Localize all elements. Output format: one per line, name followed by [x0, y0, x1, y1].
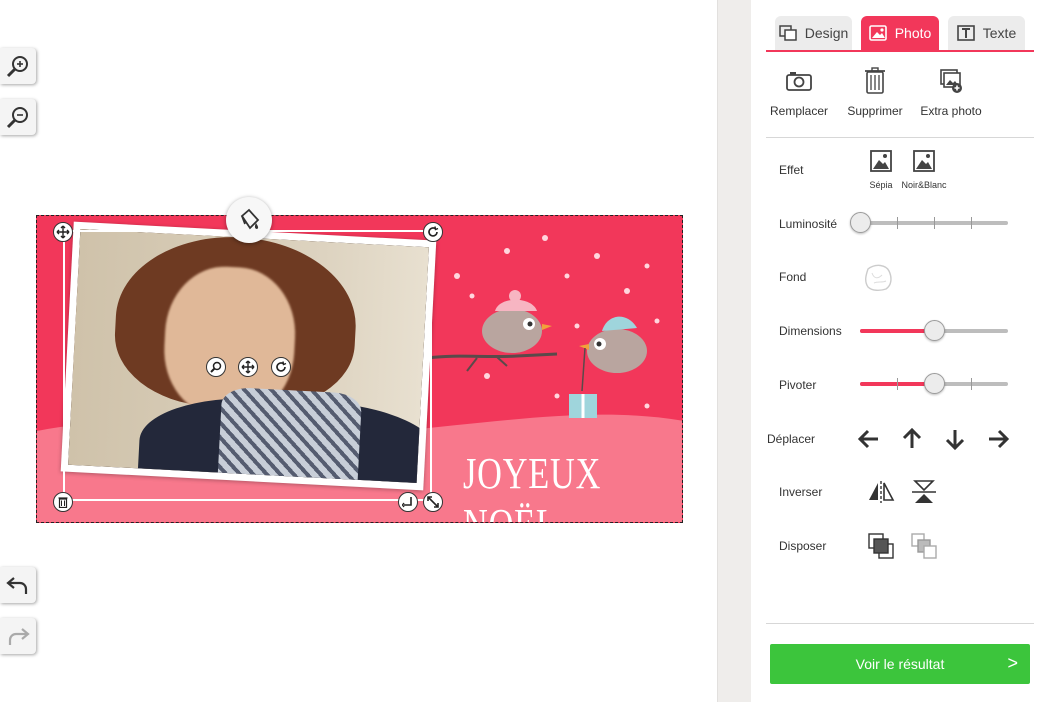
crop-handle[interactable] — [398, 492, 418, 512]
move-icon — [56, 225, 70, 239]
effet-label: Effet — [779, 163, 804, 177]
tab-design-label: Design — [804, 25, 849, 41]
card-title-text[interactable]: JOYEUX NOËL — [463, 448, 634, 522]
tab-texte[interactable]: Texte — [948, 16, 1025, 50]
rotate-handle[interactable] — [423, 222, 443, 242]
zoom-in-button[interactable] — [0, 48, 36, 84]
zoom-in-icon — [6, 56, 28, 78]
chevron-right-icon: > — [1007, 653, 1018, 673]
separator — [766, 137, 1034, 138]
text-icon — [956, 25, 975, 41]
bring-forward-icon[interactable] — [867, 532, 895, 560]
photo-zoom-handle[interactable] — [206, 357, 226, 377]
delete-handle[interactable] — [53, 492, 73, 512]
undo-button[interactable] — [0, 567, 36, 603]
slider-knob[interactable] — [924, 320, 945, 341]
add-photo-icon — [940, 69, 962, 93]
tab-photo[interactable]: Photo — [861, 16, 939, 50]
photo-rotate-handle[interactable] — [271, 357, 291, 377]
effect-noir-blanc-label: Noir&Blanc — [901, 180, 947, 190]
extra-photo-action[interactable]: Extra photo — [911, 66, 991, 118]
arrow-left-icon[interactable] — [856, 426, 882, 452]
bw-image-icon — [913, 150, 935, 172]
view-result-button[interactable]: Voir le résultat > — [770, 644, 1030, 684]
send-backward-icon[interactable] — [910, 532, 938, 560]
trash-icon — [58, 497, 68, 508]
resize-icon — [427, 496, 439, 508]
rotate-icon — [276, 361, 287, 372]
design-icon — [778, 25, 797, 41]
undo-icon — [6, 577, 28, 594]
divider-gutter — [717, 0, 751, 702]
paint-bucket-icon — [240, 208, 260, 230]
fond-label: Fond — [779, 270, 807, 284]
magnifier-icon — [210, 361, 222, 373]
arrow-up-icon[interactable] — [899, 426, 925, 452]
arrow-right-icon[interactable] — [985, 426, 1011, 452]
view-result-label: Voir le résultat — [855, 656, 945, 672]
effect-sepia-label: Sépia — [869, 180, 893, 190]
luminosite-slider[interactable] — [850, 212, 1008, 233]
panel-tabs: Design Photo Texte — [766, 16, 1034, 52]
crop-icon — [402, 497, 412, 508]
redo-icon — [8, 628, 30, 645]
dimensions-label: Dimensions — [779, 324, 842, 338]
sepia-image-icon — [870, 150, 892, 172]
delete-label: Supprimer — [847, 104, 903, 118]
paint-bucket-button[interactable] — [226, 197, 272, 243]
background-shape-icon[interactable] — [862, 261, 894, 293]
zoom-out-icon — [6, 107, 28, 129]
slider-knob[interactable] — [850, 212, 871, 233]
redo-button[interactable] — [0, 618, 36, 654]
pivoter-slider[interactable] — [860, 373, 1008, 394]
settings-panel: Design Photo Texte Remplacer Supprimer E… — [751, 0, 1047, 702]
effect-noir-blanc[interactable]: Noir&Blanc — [899, 150, 949, 190]
move-handle[interactable] — [53, 222, 73, 242]
delete-action[interactable]: Supprimer — [835, 66, 915, 118]
flip-vertical-icon[interactable] — [910, 478, 938, 506]
deplacer-label: Déplacer — [767, 432, 816, 446]
trash-icon — [865, 67, 885, 94]
dimensions-slider[interactable] — [860, 320, 1008, 341]
photo-icon — [868, 25, 887, 41]
arrow-down-icon[interactable] — [942, 426, 968, 452]
zoom-out-button[interactable] — [0, 99, 36, 135]
tab-photo-label: Photo — [894, 25, 932, 41]
tab-texte-label: Texte — [982, 25, 1017, 41]
resize-handle[interactable] — [423, 492, 443, 512]
camera-icon — [786, 72, 812, 91]
luminosite-label: Luminosité — [779, 217, 838, 231]
slider-knob[interactable] — [924, 373, 945, 394]
rotate-icon — [428, 226, 439, 237]
editor-canvas: JOYEUX NOËL — [0, 0, 717, 702]
pivoter-label: Pivoter — [779, 378, 817, 392]
photo-move-handle[interactable] — [238, 357, 258, 377]
move-icon — [241, 360, 255, 374]
replace-label: Remplacer — [769, 104, 829, 118]
inverser-label: Inverser — [779, 485, 823, 499]
flip-horizontal-icon[interactable] — [867, 478, 895, 506]
effect-sepia[interactable]: Sépia — [866, 150, 896, 190]
disposer-label: Disposer — [779, 539, 827, 553]
tab-design[interactable]: Design — [775, 16, 852, 50]
separator — [766, 623, 1034, 624]
extra-photo-label: Extra photo — [920, 104, 982, 118]
replace-action[interactable]: Remplacer — [759, 66, 839, 118]
